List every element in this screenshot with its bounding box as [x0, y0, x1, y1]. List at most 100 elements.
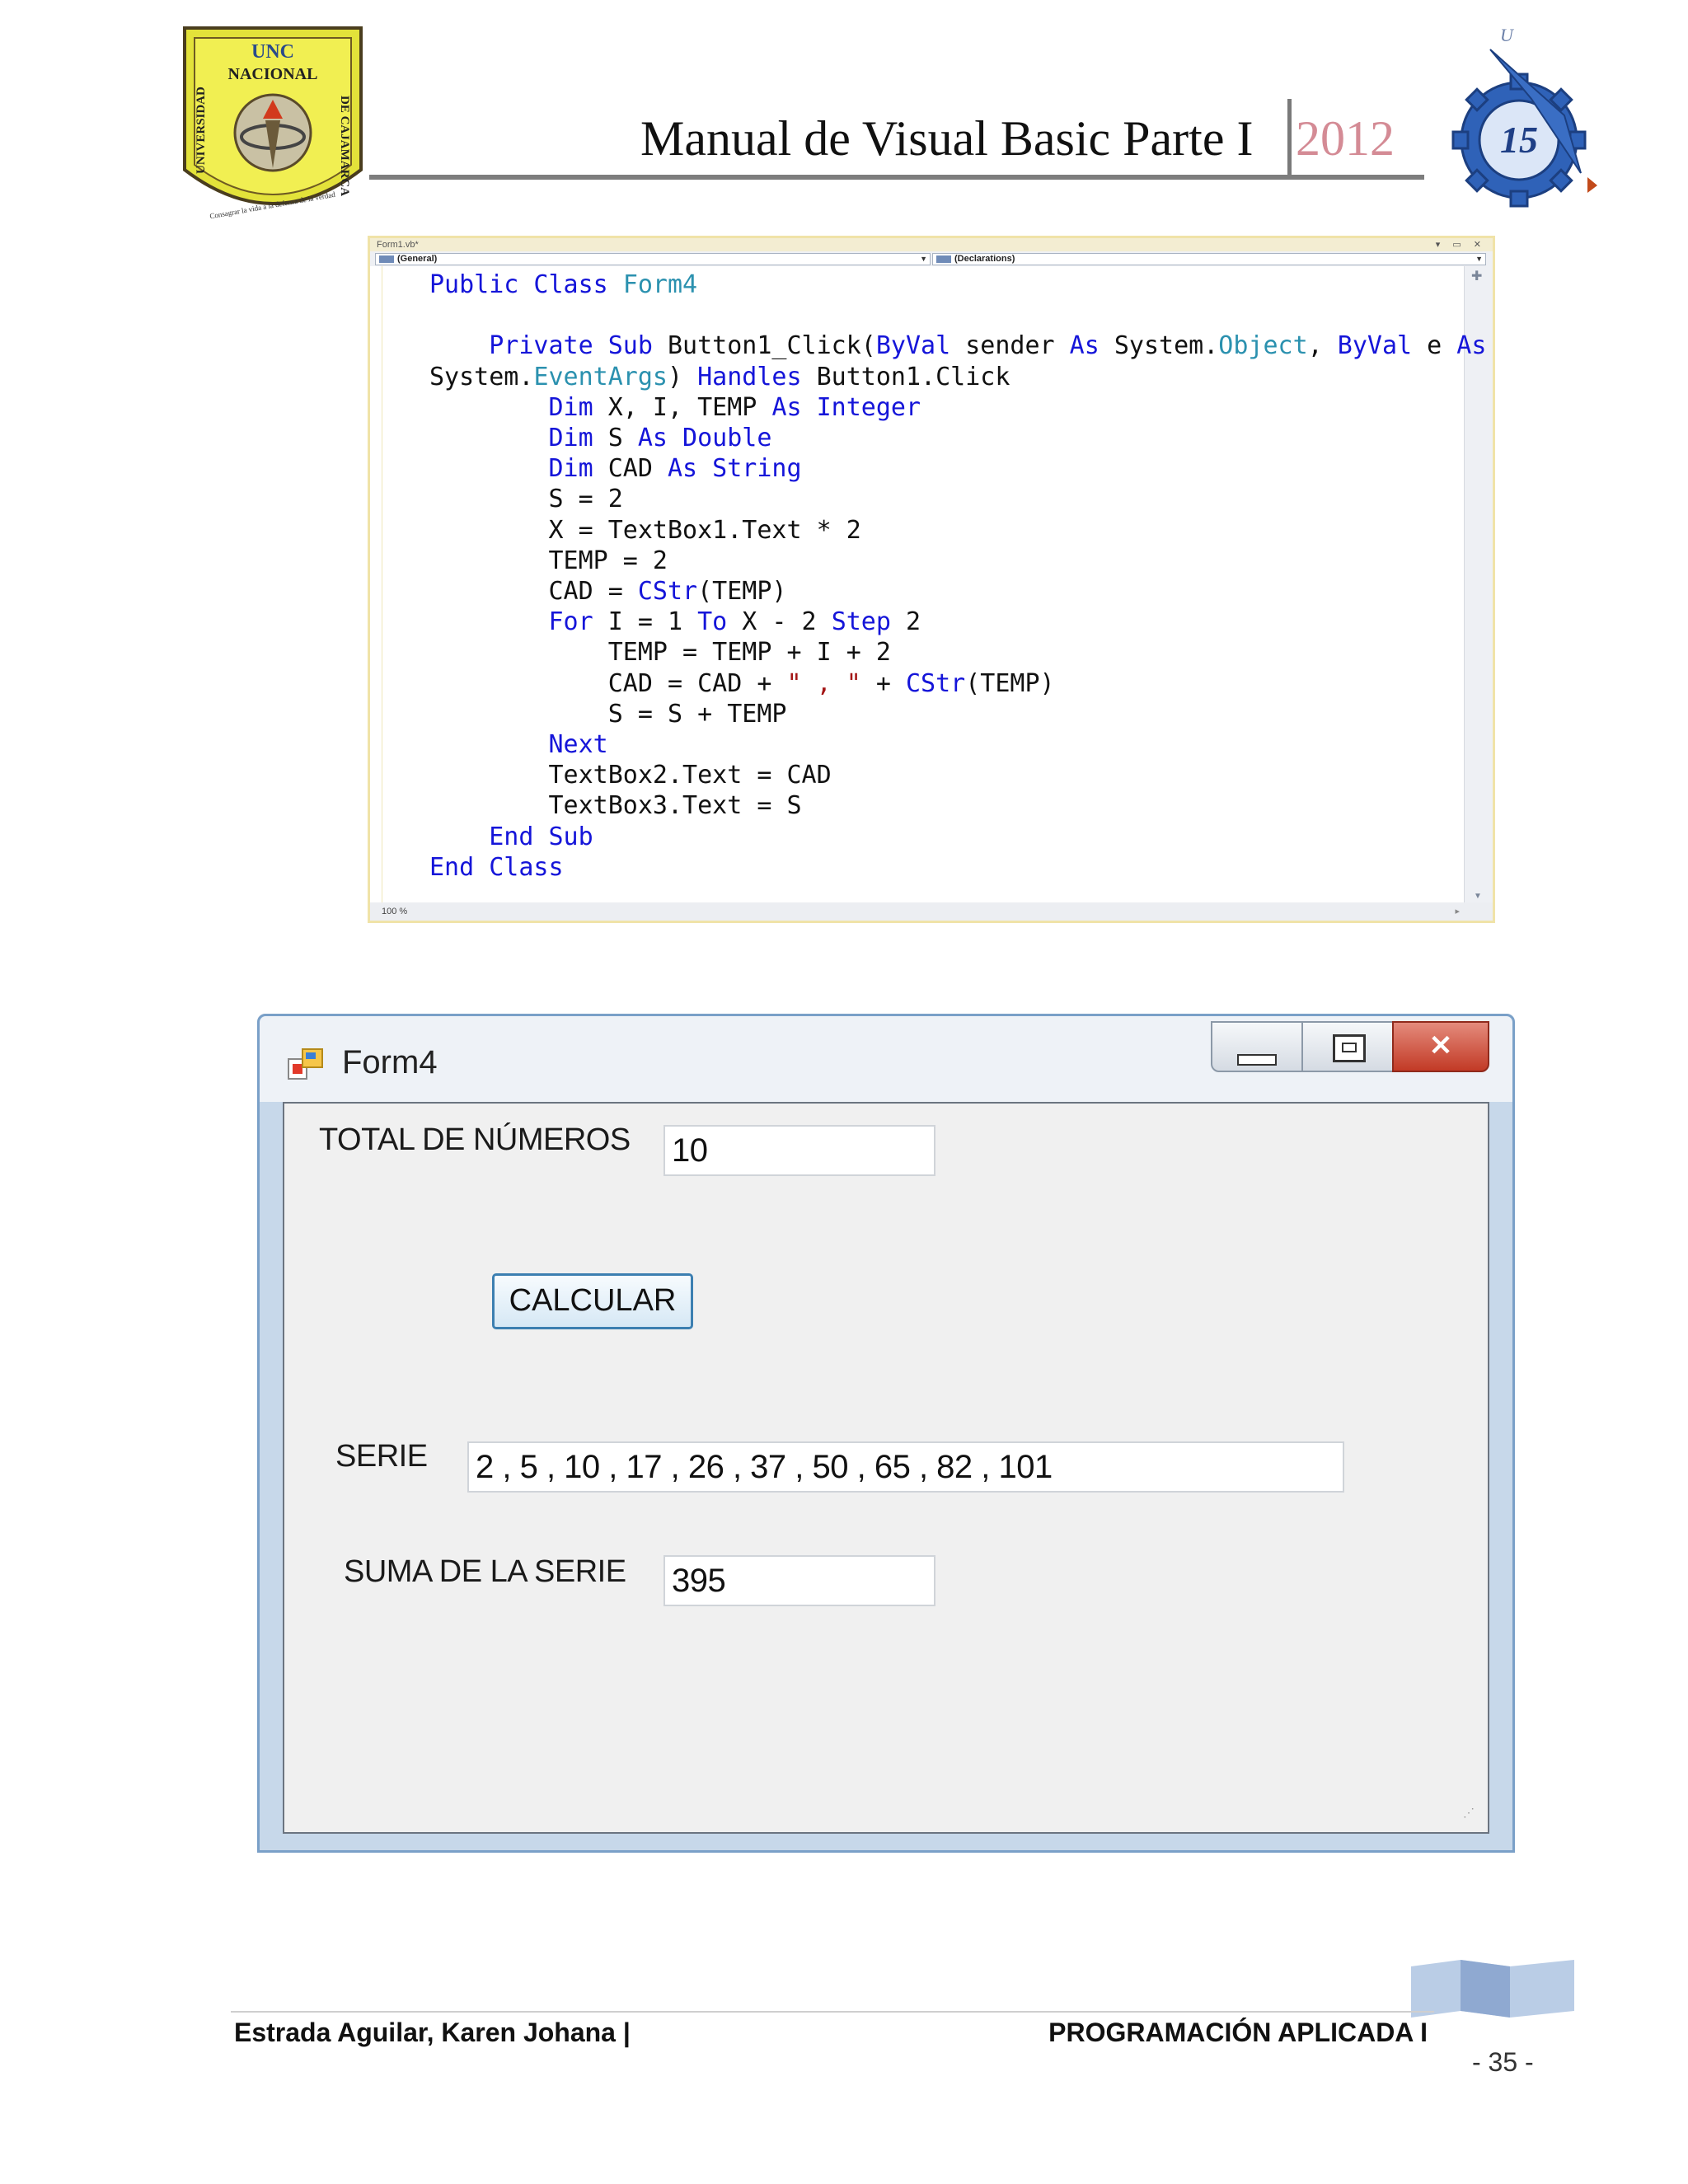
code-token: ByVal	[1337, 331, 1413, 361]
serie-output[interactable]: 2 , 5 , 10 , 17 , 26 , 37 , 50 , 65 , 82…	[467, 1441, 1344, 1493]
code-token: Handles	[697, 362, 802, 391]
member-icon	[936, 255, 951, 263]
code-line: Dim CAD As String	[429, 454, 802, 484]
code-token: S = 2	[429, 485, 623, 514]
code-line: Dim S As Double	[429, 424, 771, 452]
svg-text:NACIONAL: NACIONAL	[228, 65, 318, 83]
code-line: TEMP = TEMP + I + 2	[429, 638, 891, 667]
close-icon: ✕	[1428, 1030, 1453, 1062]
scroll-right-icon[interactable]: ▸	[1455, 902, 1460, 921]
code-token: As String	[668, 454, 802, 484]
scroll-down-icon[interactable]: ▼	[1474, 892, 1482, 901]
code-token: TextBox2.Text = CAD	[429, 761, 832, 790]
document-year: 2012	[1296, 111, 1395, 166]
form4-window: Form4 ✕ TOTAL DE NÚMEROS 10 CALCULAR SER…	[257, 1014, 1515, 1853]
code-token: CAD =	[429, 577, 638, 607]
code-line: End Sub	[429, 823, 593, 851]
svg-text:15: 15	[1500, 119, 1538, 161]
code-token: 2	[890, 607, 921, 637]
code-token: Step	[831, 607, 891, 637]
code-token: X = TextBox1.Text * 2	[429, 515, 861, 545]
footer-author: Estrada Aguilar, Karen Johana |	[234, 2018, 631, 2047]
code-token: Dim	[429, 454, 593, 484]
code-line: Public Class Form4	[429, 270, 697, 299]
code-line: TextBox2.Text = CAD	[429, 761, 832, 790]
code-token: Dim	[429, 392, 593, 422]
code-token: Button1.Click	[801, 362, 1010, 391]
code-line: TEMP = 2	[429, 546, 668, 575]
code-token: CStr	[637, 577, 698, 607]
code-line: End Class	[429, 853, 564, 882]
minimize-icon	[1237, 1054, 1277, 1066]
code-token: sender	[950, 331, 1070, 361]
code-token: (TEMP)	[697, 577, 787, 607]
code-line: X = TextBox1.Text * 2	[429, 515, 861, 545]
code-token: TextBox3.Text = S	[429, 791, 802, 821]
title-separator	[1287, 99, 1292, 175]
calculate-button[interactable]: CALCULAR	[492, 1273, 693, 1329]
chevron-down-icon: ▼	[1475, 255, 1483, 263]
editor-window-controls[interactable]: ▾ ▭ ✕	[1436, 238, 1486, 251]
serie-sum-output[interactable]: 395	[663, 1555, 935, 1606]
member-combo-value: (Declarations)	[954, 254, 1015, 264]
minimize-button[interactable]	[1211, 1021, 1303, 1072]
code-token: As	[1456, 331, 1487, 361]
code-line: S = S + TEMP	[429, 699, 787, 729]
zoom-level[interactable]: 100 %	[382, 902, 407, 921]
total-numbers-label: TOTAL DE NÚMEROS	[319, 1122, 631, 1157]
code-token: S	[593, 424, 638, 453]
total-numbers-input[interactable]: 10	[663, 1125, 935, 1176]
code-line: System.EventArgs) Handles Button1.Click	[429, 363, 1010, 391]
code-token: EventArgs	[533, 362, 668, 391]
code-token: As	[1069, 331, 1100, 361]
object-combo-value: (General)	[397, 254, 438, 264]
object-combo[interactable]: (General) ▼	[375, 253, 931, 265]
editor-combo-bar: (General) ▼ (Declarations) ▼	[370, 251, 1493, 267]
code-editor-window: Form1.vb* ▾ ▭ ✕ (General) ▼ (Declaration…	[368, 236, 1495, 923]
code-token: End Sub	[429, 822, 593, 851]
member-combo[interactable]: (Declarations) ▼	[932, 253, 1486, 265]
code-token: CStr	[905, 668, 966, 698]
code-line: S = 2	[429, 485, 623, 514]
code-token: " , "	[786, 668, 861, 698]
code-token: Private Sub	[429, 331, 668, 361]
code-line: Next	[429, 730, 608, 760]
code-token: Next	[429, 730, 608, 760]
anniversary-gear-logo: 15 U	[1451, 25, 1597, 208]
form-titlebar[interactable]: Form4 ✕	[260, 1016, 1512, 1102]
resize-grip-icon[interactable]: ⋰	[1463, 1807, 1483, 1827]
code-token: As Integer	[771, 392, 921, 422]
svg-text:UNIVERSIDAD: UNIVERSIDAD	[195, 87, 208, 174]
code-token: For	[429, 607, 593, 637]
form-client-area: TOTAL DE NÚMEROS 10 CALCULAR SERIE 2 , 5…	[283, 1102, 1489, 1834]
code-token: S = S + TEMP	[429, 699, 787, 729]
form-title: Form4	[342, 1044, 438, 1080]
code-token: System.	[1099, 331, 1219, 361]
class-icon	[379, 255, 394, 263]
serie-sum-label: SUMA DE LA SERIE	[344, 1554, 626, 1589]
header-rule	[369, 175, 1424, 180]
footer-course: PROGRAMACIÓN APLICADA I	[1048, 2018, 1428, 2047]
code-token: ,	[1307, 331, 1338, 361]
svg-text:U: U	[1500, 25, 1515, 45]
maximize-icon	[1333, 1034, 1366, 1062]
code-token: (TEMP)	[965, 668, 1055, 698]
code-line: CAD = CAD + " , " + CStr(TEMP)	[429, 669, 1055, 698]
window-controls: ✕	[1211, 1021, 1489, 1074]
code-line: TextBox3.Text = S	[429, 791, 802, 821]
code-token: CAD = CAD +	[429, 668, 787, 698]
code-token: Object	[1218, 331, 1308, 361]
code-token: Button1_Click(	[667, 331, 876, 361]
code-token: To	[697, 607, 728, 637]
code-token: Form4	[622, 270, 698, 299]
code-token: Public Class	[429, 270, 623, 299]
code-line: Private Sub Button1_Click( ByVal sender A…	[429, 331, 1486, 360]
maximize-button[interactable]	[1301, 1021, 1394, 1072]
code-token: TEMP = 2	[429, 546, 668, 575]
editor-file-tab[interactable]: Form1.vb*	[377, 238, 419, 251]
editor-titlebar: Form1.vb* ▾ ▭ ✕	[370, 238, 1493, 251]
footer-rule	[231, 2011, 1434, 2013]
code-token: TEMP = TEMP + I + 2	[429, 638, 891, 668]
code-listing: Public Class Form4 Private Sub Button1_C…	[429, 269, 1486, 883]
close-button[interactable]: ✕	[1392, 1021, 1489, 1072]
